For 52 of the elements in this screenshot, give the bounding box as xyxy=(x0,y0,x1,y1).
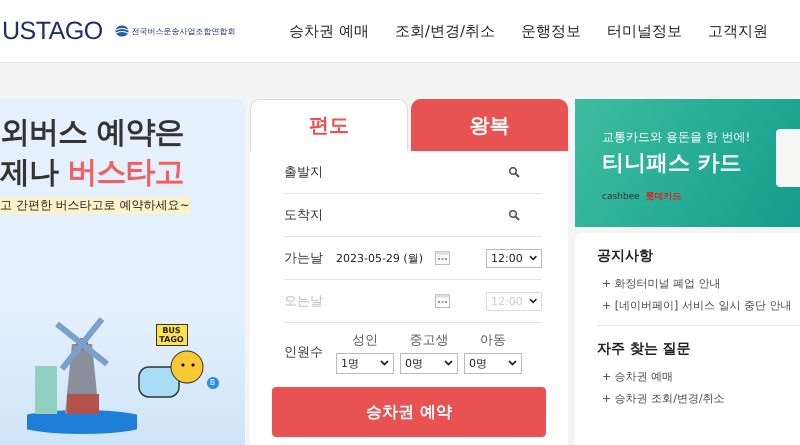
organization-name: 전국버스운송사업조합연합회 xyxy=(132,26,236,36)
calendar-icon[interactable] xyxy=(435,294,450,308)
section-heading: 자주 찾는 질문 xyxy=(597,340,692,358)
field-label: 출발지 xyxy=(284,164,324,181)
nav-link[interactable]: 터미널정보 xyxy=(607,22,682,40)
ad-title: 티니패스 카드 xyxy=(602,150,742,178)
ad-subtitle: 교통카드와 용돈을 한 번에! xyxy=(602,129,752,146)
time-select[interactable]: 12:00 xyxy=(486,248,542,268)
nav-link[interactable]: 조회/변경/취소 xyxy=(394,22,495,40)
count-select[interactable]: 0명 xyxy=(400,352,458,374)
emblem-icon xyxy=(114,25,129,37)
nav-link[interactable]: 운행정보 xyxy=(521,22,581,40)
notice-link[interactable]: + 화정터미널 폐업 안내 xyxy=(597,273,800,295)
nav-link[interactable]: 고객지원 xyxy=(708,22,768,40)
bus-stop-marker: B xyxy=(206,377,218,389)
card-ad-banner[interactable]: 교통카드와 용돈을 한 번에! 티니패스 카드 cashbee 롯데카드 xyxy=(575,99,800,227)
passenger-type-label: 성인 xyxy=(352,332,378,348)
count-select[interactable]: 1명 xyxy=(336,352,394,374)
banner-headline: 제나 xyxy=(0,155,58,190)
chevron-down-icon xyxy=(528,298,537,304)
card-image xyxy=(776,129,800,187)
field-label: 오는날 xyxy=(284,293,324,310)
section-heading: 공지사항 xyxy=(597,247,654,265)
chevron-down-icon xyxy=(380,360,389,366)
nav-link[interactable]: 승차권 예매 xyxy=(289,22,369,40)
date-value[interactable]: 2023-05-29 (월) xyxy=(336,250,435,266)
faq-link[interactable]: + 승차권 예매 xyxy=(597,366,800,388)
promo-banner[interactable]: 외버스 예약은 제나 버스타고 고 간편한 버스타고로 예약하세요~ BUS TAGO B xyxy=(0,99,245,445)
reserve-button[interactable]: 승차권 예약 xyxy=(272,387,546,437)
field-label: 도착지 xyxy=(284,207,324,224)
faq-link[interactable]: + 승차권 조회/변경/취소 xyxy=(597,388,800,410)
brand-logo: 롯데카드 xyxy=(646,191,682,203)
chevron-down-icon xyxy=(508,360,517,366)
banner-highlight: 버스타고 xyxy=(67,155,184,190)
passenger-label: 인원수 xyxy=(284,344,324,361)
search-icon[interactable] xyxy=(508,166,520,178)
count-select[interactable]: 0명 xyxy=(464,352,522,374)
trip-tab[interactable]: 편도 xyxy=(250,99,408,151)
calendar-icon[interactable] xyxy=(435,251,450,265)
search-icon[interactable] xyxy=(508,209,520,221)
chevron-down-icon xyxy=(528,255,537,261)
banner-headline: 외버스 예약은 xyxy=(0,114,184,152)
field-label: 가는날 xyxy=(284,250,324,267)
chevron-down-icon xyxy=(444,360,453,366)
brand-logo: cashbee xyxy=(602,192,640,202)
bus-stop-sign: BUS TAGO xyxy=(156,324,188,346)
logo[interactable]: USTAGO xyxy=(2,16,103,46)
notice-link[interactable]: + [네이버페이] 서비스 일시 중단 안내 xyxy=(597,295,800,317)
passenger-type-label: 아동 xyxy=(480,332,506,348)
trip-tab[interactable]: 왕복 xyxy=(410,99,568,151)
banner-tagline: 고 간편한 버스타고로 예약하세요~ xyxy=(0,197,190,214)
passenger-type-label: 중고생 xyxy=(410,332,448,348)
